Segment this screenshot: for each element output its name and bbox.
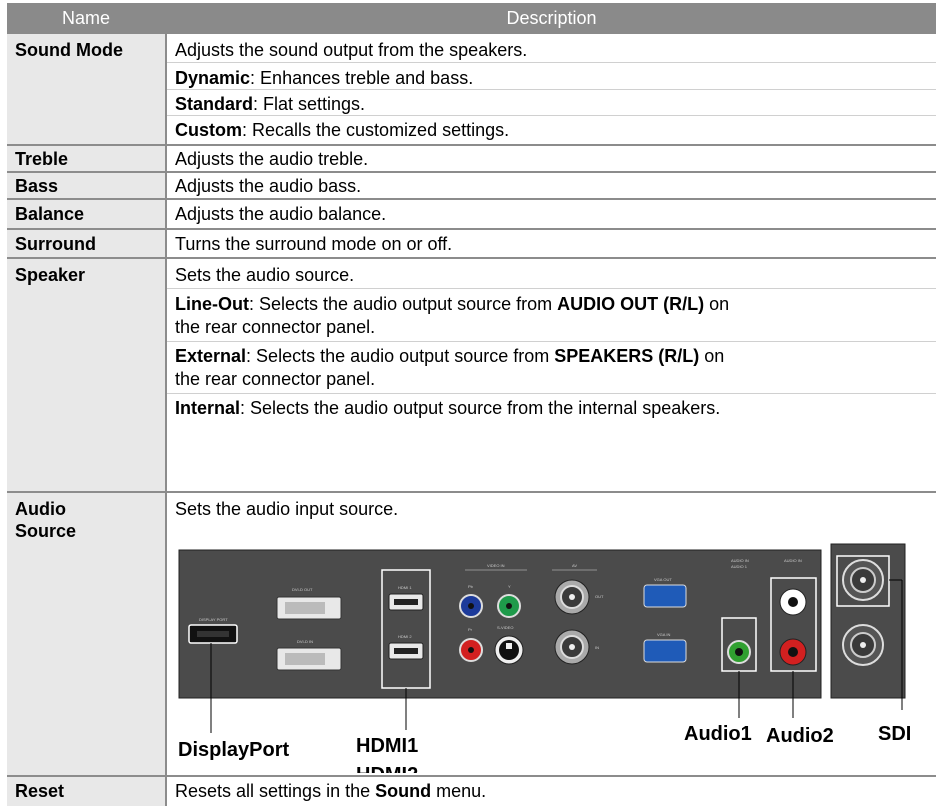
label-displayport: DisplayPort [178,739,289,761]
speaker-lineout-cont: the rear connector panel. [175,317,376,337]
treble-desc: Adjusts the audio treble. [175,149,369,169]
name-cell: Sound Mode [7,34,167,144]
name-cell: Treble [7,146,167,171]
name-cell: Balance [7,200,167,228]
row-name-surround: Surround [15,234,96,254]
tiny-audio-1: AUDIO 1 [731,564,748,569]
name-cell: Speaker [7,259,167,491]
tiny-s-video: S-VIDEO [497,625,513,630]
row-name-treble: Treble [15,149,69,169]
tiny-video-in: VIDEO IN [487,563,505,568]
name-cell: Surround [7,230,167,257]
speaker-external-cont: the rear connector panel. [175,369,376,389]
tiny-in: IN [595,645,599,650]
speaker-lineout: Line-Out: Selects the audio output sourc… [175,294,730,314]
table-row-reset: Reset Resets all settings in the Sound m… [7,777,936,806]
speaker-external: External: Selects the audio output sourc… [175,346,725,366]
sound-mode-dynamic: Dynamic: Enhances treble and bass. [175,68,474,88]
row-name-sound-mode: Sound Mode [15,40,123,60]
desc-cell: Turns the surround mode on or off. [167,230,936,257]
balance-desc: Adjusts the audio balance. [175,204,387,224]
tiny-vga-out: VGA OUT [654,577,672,582]
vga-in-connector [643,639,687,663]
table-row-speaker: Speaker Sets the audio source. Line-Out:… [7,259,936,493]
tiny-vga-in: VGA IN [657,632,670,637]
table-row-balance: Balance Adjusts the audio balance. [7,200,936,230]
desc-cell: Adjusts the audio bass. [167,173,936,198]
sound-mode-custom: Custom: Recalls the customized settings. [175,120,510,140]
label-hdmi2: HDMI2 [356,764,418,773]
table-row-audio-source: Audio Source Sets the audio input source… [7,493,936,777]
tiny-display-port: DISPLAY PORT [199,617,228,622]
tiny-pr: Pr [468,627,473,632]
row-name-speaker: Speaker [15,265,86,285]
rear-connector-panel: DISPLAY PORT DVI-D OUT DVI-D IN HDMI 1 H… [178,543,911,773]
row-name-source: Source [15,521,77,541]
surround-desc: Turns the surround mode on or off. [175,234,453,254]
tiny-audio-in-1: AUDIO IN [731,558,749,563]
tiny-dvi-out: DVI-D OUT [292,587,313,592]
name-cell: Audio Source [7,493,167,775]
speaker-internal: Internal: Selects the audio output sourc… [175,398,721,418]
label-hdmi1: HDMI1 [356,735,418,757]
row-name-audio: Audio [15,499,66,519]
bass-desc: Adjusts the audio bass. [175,176,362,196]
label-audio2: Audio2 [766,725,834,747]
speaker-desc: Sets the audio source. [175,265,355,285]
name-cell: Reset [7,777,167,806]
desc-cell: Sets the audio input source. DISPLAY POR… [167,493,936,775]
reset-desc: Resets all settings in the Sound menu. [175,781,487,801]
sound-mode-desc: Adjusts the sound output from the speake… [175,40,528,60]
table-row-surround: Surround Turns the surround mode on or o… [7,230,936,259]
desc-cell: Sets the audio source. Line-Out: Selects… [167,259,936,491]
audio-source-desc: Sets the audio input source. [175,499,399,519]
tiny-pb: Pb [468,584,474,589]
tiny-y: Y [508,584,511,589]
desc-cell: Adjusts the audio balance. [167,200,936,228]
header-name: Name [61,8,110,28]
row-name-bass: Bass [15,176,59,196]
label-audio1: Audio1 [684,723,752,745]
tiny-audio-in-2: AUDIO IN [784,558,802,563]
desc-cell: Adjusts the sound output from the speake… [167,34,936,144]
table-header: Name Description [7,3,936,34]
label-sdi: SDI [878,723,911,745]
header-description: Description [506,8,597,28]
desc-cell: Adjusts the audio treble. [167,146,936,171]
tiny-hdmi1: HDMI 1 [398,585,412,590]
name-cell: Bass [7,173,167,198]
tiny-dvi-in: DVI-D IN [297,639,313,644]
vga-out-connector [643,584,687,608]
tiny-out: OUT [595,594,604,599]
row-name-reset: Reset [15,781,65,801]
tiny-av: AV [572,563,577,568]
table-row-treble: Treble Adjusts the audio treble. [7,146,936,173]
table-row-bass: Bass Adjusts the audio bass. [7,173,936,200]
row-name-balance: Balance [15,204,85,224]
desc-cell: Resets all settings in the Sound menu. [167,777,936,806]
tiny-hdmi2: HDMI 2 [398,634,412,639]
sound-mode-standard: Standard: Flat settings. [175,94,366,114]
table-row-sound-mode: Sound Mode Adjusts the sound output from… [7,34,936,146]
